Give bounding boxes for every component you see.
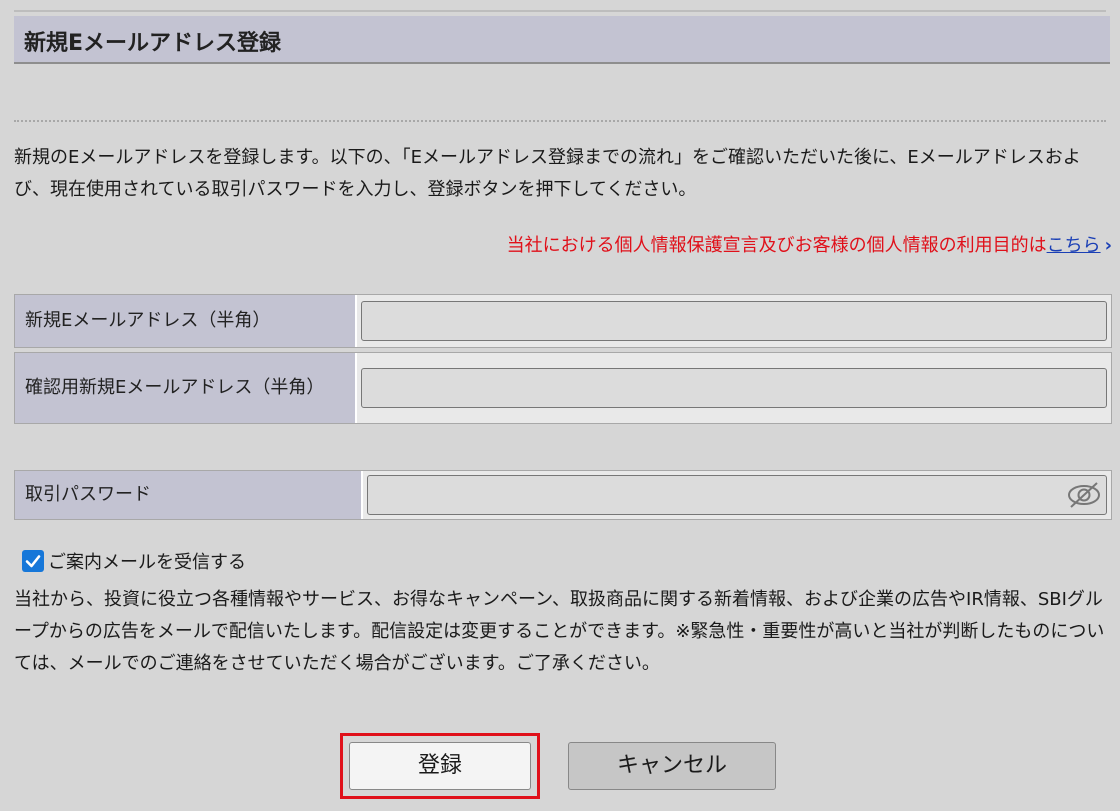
password-input[interactable]	[367, 475, 1107, 515]
dotted-divider	[14, 120, 1106, 122]
page-title: 新規Eメールアドレス登録	[24, 31, 282, 56]
page: 新規Eメールアドレス登録 新規のEメールアドレスを登録します。以下の、「Eメール…	[0, 0, 1120, 811]
newsletter-option[interactable]: ご案内メールを受信する	[22, 548, 246, 574]
new-email-label: 新規Eメールアドレス（半角）	[25, 310, 271, 331]
password-label: 取引パスワード	[25, 484, 151, 505]
top-divider	[14, 10, 1106, 12]
new-email-row: 新規Eメールアドレス（半角）	[14, 294, 1112, 348]
new-email-input[interactable]	[361, 301, 1107, 341]
eye-slash-icon[interactable]	[1066, 480, 1102, 510]
register-button[interactable]: 登録	[349, 742, 531, 790]
newsletter-notice: 当社から、投資に役立つ各種情報やサービス、お得なキャンペーン、取扱商品に関する新…	[14, 589, 1105, 674]
confirm-email-label: 確認用新規Eメールアドレス（半角）	[25, 377, 325, 398]
check-icon	[25, 555, 41, 568]
newsletter-checkbox[interactable]	[22, 550, 44, 572]
chevron-right-icon[interactable]: ›	[1105, 235, 1112, 256]
privacy-link[interactable]: こちら	[1047, 235, 1101, 256]
password-row: 取引パスワード	[14, 470, 1112, 520]
confirm-email-input[interactable]	[361, 368, 1107, 408]
cancel-button[interactable]: キャンセル	[568, 742, 776, 790]
intro-text: 新規のEメールアドレスを登録します。以下の、「Eメールアドレス登録までの流れ」を…	[14, 147, 1081, 200]
new-email-label-cell: 新規Eメールアドレス（半角）	[15, 295, 357, 347]
privacy-notice: 当社における個人情報保護宣言及びお客様の個人情報の利用目的はこちら ›	[507, 231, 1112, 257]
privacy-text: 当社における個人情報保護宣言及びお客様の個人情報の利用目的は	[506, 235, 1047, 256]
title-bar: 新規Eメールアドレス登録	[14, 16, 1110, 64]
confirm-email-label-cell: 確認用新規Eメールアドレス（半角）	[15, 353, 357, 423]
newsletter-label[interactable]: ご案内メールを受信する	[48, 552, 246, 573]
confirm-email-row: 確認用新規Eメールアドレス（半角）	[14, 352, 1112, 424]
password-label-cell: 取引パスワード	[15, 471, 363, 519]
